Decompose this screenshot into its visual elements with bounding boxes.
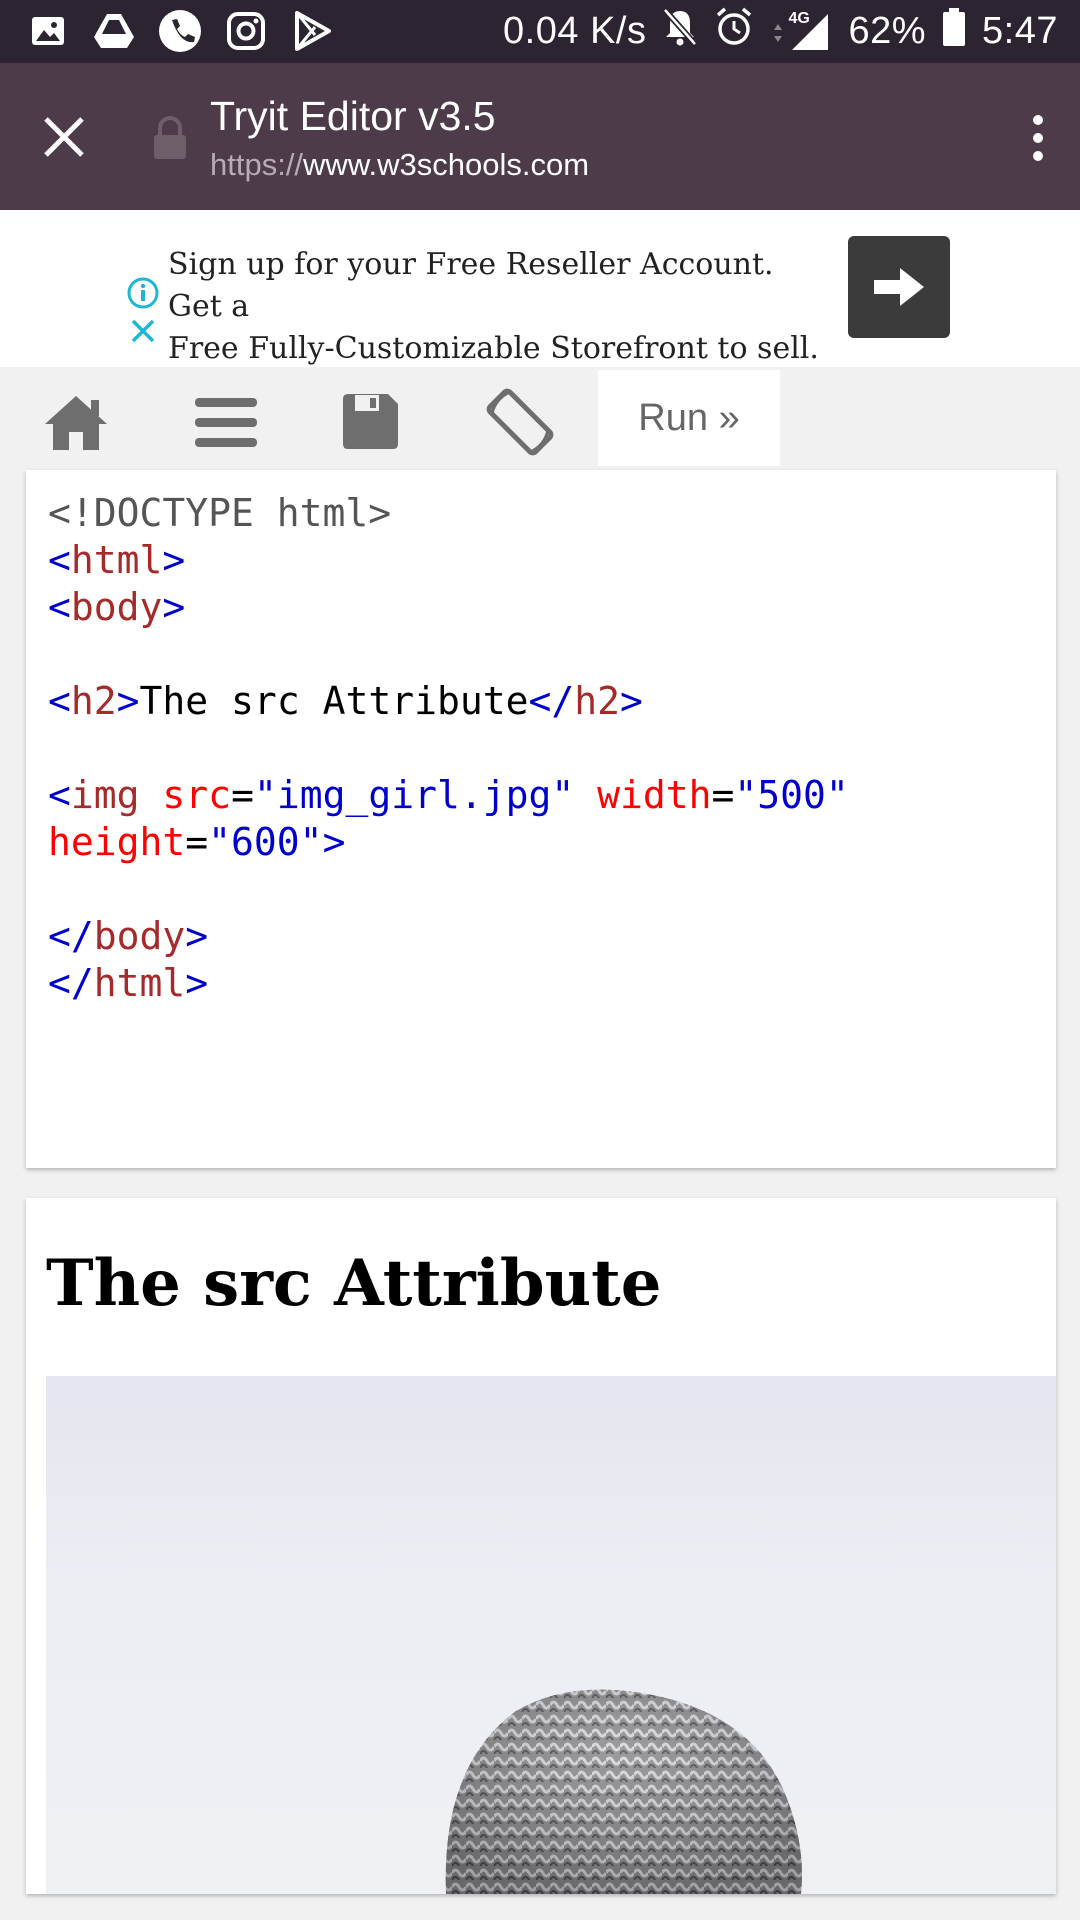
ad-cta-button[interactable] — [848, 236, 950, 338]
alarm-icon — [714, 7, 754, 57]
battery-icon — [942, 7, 966, 57]
lock-icon — [150, 115, 190, 161]
rotate-icon[interactable] — [482, 387, 558, 457]
save-icon[interactable] — [338, 387, 402, 457]
page-title: Tryit Editor v3.5 — [210, 93, 496, 139]
editor-toolbar — [0, 367, 1080, 471]
ad-line-2: Free Fully-Customizable Storefront to se… — [168, 331, 819, 366]
ad-line-1: Sign up for your Free Reseller Account. … — [168, 247, 774, 324]
code-html-open: html — [70, 538, 163, 582]
code-h2-open: h2 — [70, 679, 117, 723]
code-editor[interactable]: <!DOCTYPE html> <html> <body> <h2>The sr… — [26, 470, 1056, 1168]
code-body-close: body — [93, 914, 186, 958]
ad-info-icon[interactable] — [126, 276, 160, 315]
code-src-attr: src — [162, 773, 232, 817]
drive-icon — [92, 9, 136, 53]
menu-icon[interactable] — [192, 387, 260, 457]
home-icon[interactable] — [40, 387, 112, 457]
code-h2-text: The src Attribute — [139, 679, 529, 723]
custom-tab-toolbar: Tryit Editor v3.5 https://www.w3schools.… — [0, 63, 1080, 210]
signal-icon: 4G — [770, 10, 832, 52]
url-scheme: https:// — [210, 147, 304, 182]
arrow-right-icon — [874, 268, 924, 306]
network-speed: 0.04 K/s — [503, 10, 647, 52]
code-body-open: body — [70, 585, 163, 629]
code-height-value: "600" — [208, 820, 323, 864]
gallery-icon — [26, 9, 70, 53]
ad-close-icon[interactable] — [130, 318, 156, 349]
url-display[interactable]: https://www.w3schools.com — [210, 147, 589, 183]
code-src-value: "img_girl.jpg" — [253, 773, 575, 817]
url-host: www.w3schools.com — [303, 147, 590, 182]
code-height-attr: height — [48, 820, 186, 864]
run-button[interactable]: Run » — [598, 370, 780, 466]
code-img-tag: img — [70, 773, 140, 817]
instagram-icon — [224, 9, 268, 53]
overflow-menu-icon[interactable] — [1026, 113, 1050, 163]
system-status: 0.04 K/s 4G 62% 5:47 — [503, 0, 1058, 63]
code-width-value: "500" — [734, 773, 849, 817]
code-html-close: html — [93, 961, 186, 1005]
result-panel[interactable]: The src Attribute — [26, 1198, 1056, 1894]
phone-icon — [158, 9, 202, 53]
status-bar: 0.04 K/s 4G 62% 5:47 — [0, 0, 1080, 63]
code-text[interactable]: <!DOCTYPE html> <html> <body> <h2>The sr… — [48, 490, 849, 1007]
code-h2-close: h2 — [574, 679, 621, 723]
close-icon[interactable] — [36, 109, 92, 165]
code-doctype: <!DOCTYPE html> — [48, 491, 392, 535]
clock: 5:47 — [982, 10, 1058, 52]
notification-icons — [26, 8, 334, 54]
battery-percent: 62% — [848, 10, 927, 52]
play-store-icon — [290, 9, 334, 53]
result-image-girl — [46, 1376, 1056, 1894]
result-heading: The src Attribute — [46, 1246, 662, 1321]
ad-text[interactable]: Sign up for your Free Reseller Account. … — [168, 244, 828, 370]
code-width-attr: width — [597, 773, 712, 817]
mute-bell-icon — [662, 7, 698, 57]
